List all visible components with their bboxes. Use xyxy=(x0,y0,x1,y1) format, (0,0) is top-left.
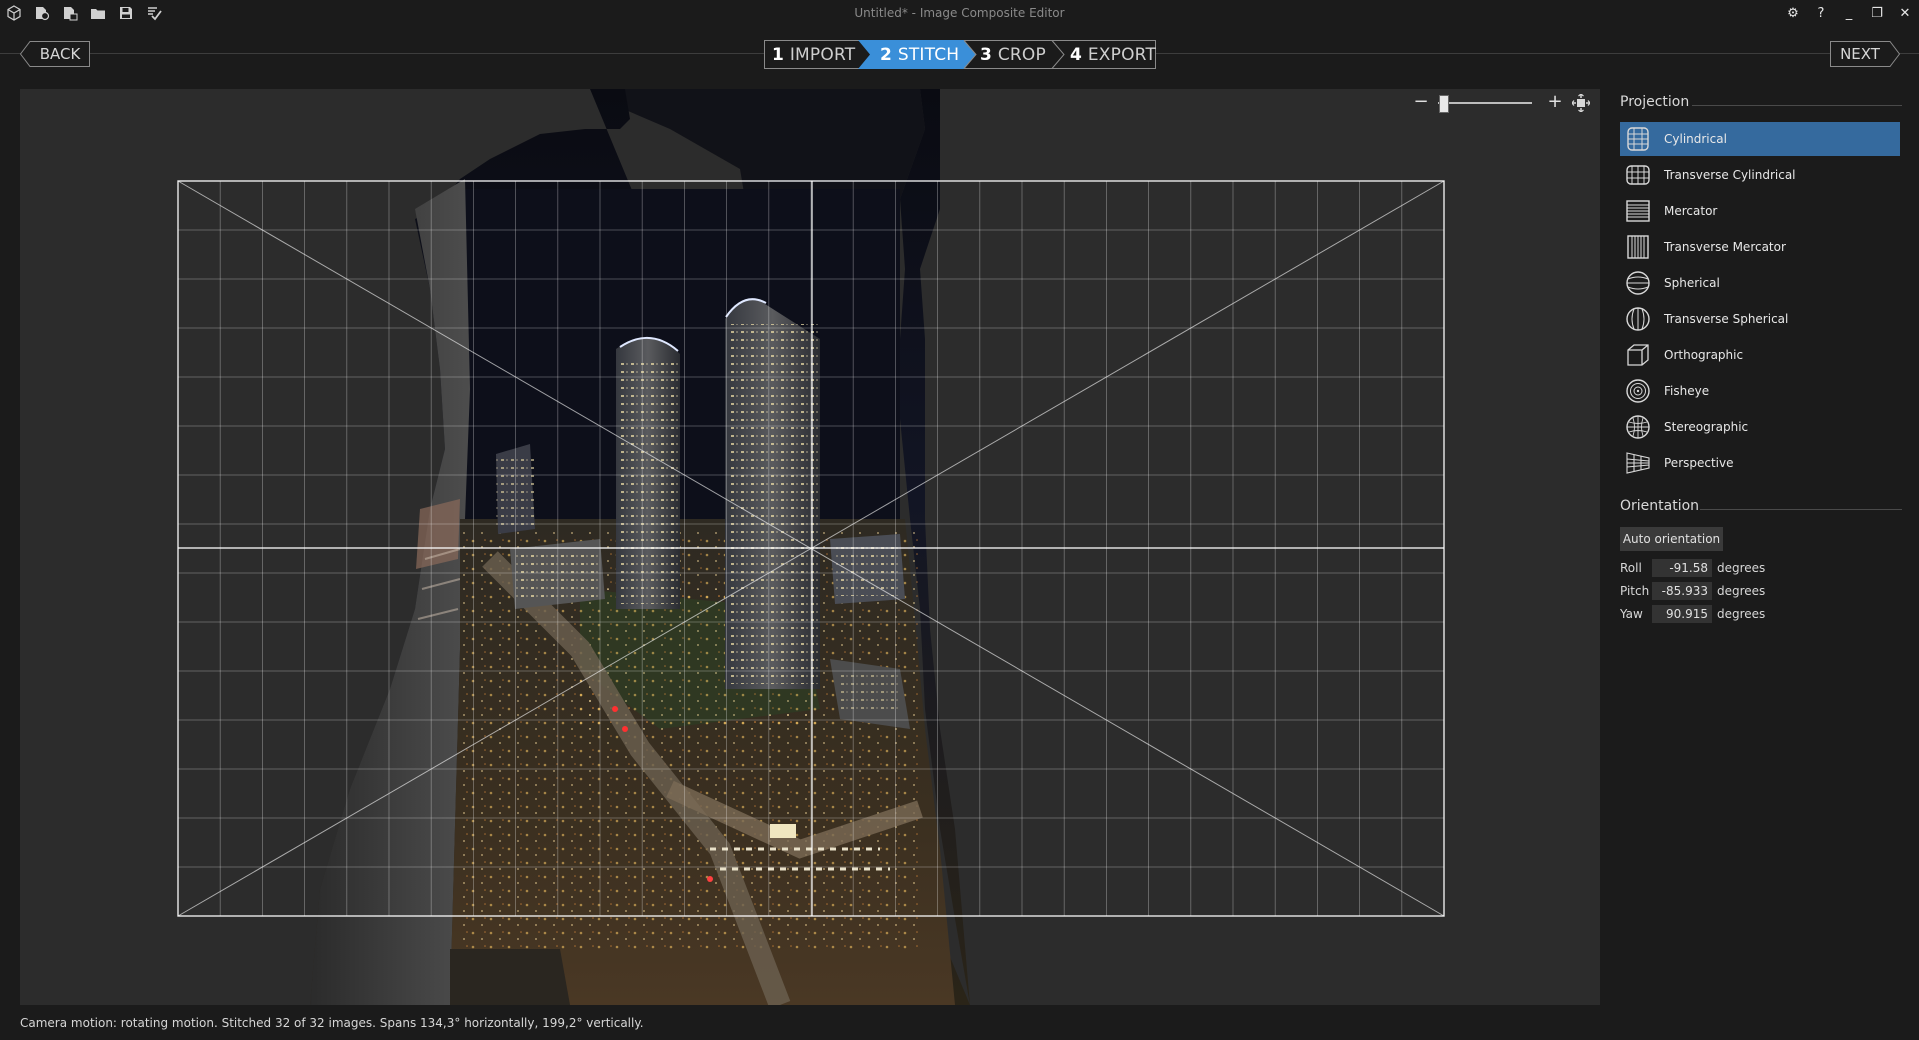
fit-to-window-icon[interactable] xyxy=(1571,93,1591,113)
restore-button[interactable]: ❐ xyxy=(1866,3,1888,23)
alignment-grid xyxy=(177,180,1445,917)
projection-heading-rule xyxy=(1692,105,1902,106)
projection-cylindrical[interactable]: Cylindrical xyxy=(1620,122,1900,156)
transverse-mercator-icon xyxy=(1624,233,1652,261)
spherical-icon xyxy=(1624,269,1652,297)
close-button[interactable]: ✕ xyxy=(1894,3,1916,23)
pitch-row: Pitch -85.933 degrees xyxy=(1620,581,1765,600)
projection-perspective[interactable]: Perspective xyxy=(1620,446,1900,480)
projection-spherical[interactable]: Spherical xyxy=(1620,266,1900,300)
pitch-label: Pitch xyxy=(1620,583,1650,598)
window-title: Untitled* - Image Composite Editor xyxy=(854,6,1065,20)
projection-stereographic[interactable]: Stereographic xyxy=(1620,410,1900,444)
zoom-out-button[interactable]: − xyxy=(1412,92,1430,114)
yaw-row: Yaw 90.915 degrees xyxy=(1620,604,1765,623)
transverse-cylindrical-icon xyxy=(1624,161,1652,189)
projection-orthographic[interactable]: Orthographic xyxy=(1620,338,1900,372)
yaw-label: Yaw xyxy=(1620,606,1643,621)
roll-label: Roll xyxy=(1620,560,1642,575)
help-icon[interactable]: ? xyxy=(1810,3,1832,23)
stereographic-icon xyxy=(1624,413,1652,441)
zoom-slider-track[interactable] xyxy=(1438,102,1532,104)
zoom-in-button[interactable]: + xyxy=(1546,92,1564,114)
fisheye-icon xyxy=(1624,377,1652,405)
yaw-unit: degrees xyxy=(1717,606,1766,621)
projection-heading: Projection xyxy=(1620,94,1690,110)
zoom-slider-thumb[interactable] xyxy=(1438,95,1449,113)
orientation-heading: Orientation xyxy=(1620,498,1700,514)
roll-input[interactable]: -91.58 xyxy=(1652,558,1712,577)
status-bar: Camera motion: rotating motion. Stitched… xyxy=(20,1016,644,1030)
roll-unit: degrees xyxy=(1717,560,1766,575)
zoom-control: − + xyxy=(1412,92,1594,116)
perspective-icon xyxy=(1624,449,1652,477)
cylindrical-icon xyxy=(1624,125,1652,153)
auto-orientation-button[interactable]: Auto orientation xyxy=(1620,527,1723,551)
title-bar: Untitled* - Image Composite Editor ⚙ ? _… xyxy=(0,0,1919,28)
settings-gear-icon[interactable]: ⚙ xyxy=(1782,3,1804,23)
projection-mercator[interactable]: Mercator xyxy=(1620,194,1900,228)
projection-transverse-cylindrical[interactable]: Transverse Cylindrical xyxy=(1620,158,1900,192)
minimize-button[interactable]: _ xyxy=(1838,3,1860,23)
pitch-unit: degrees xyxy=(1717,583,1766,598)
step-stitch[interactable]: 2 STITCH xyxy=(880,40,959,69)
next-label: NEXT xyxy=(1840,45,1880,63)
step-crop[interactable]: 3 CROP xyxy=(980,40,1046,69)
mercator-icon xyxy=(1624,197,1652,225)
orthographic-icon xyxy=(1624,341,1652,369)
yaw-input[interactable]: 90.915 xyxy=(1652,604,1712,623)
pitch-input[interactable]: -85.933 xyxy=(1652,581,1712,600)
back-button[interactable]: BACK xyxy=(20,41,90,67)
stitch-preview-canvas[interactable] xyxy=(20,89,1600,1005)
step-export[interactable]: 4 EXPORT xyxy=(1070,40,1156,69)
next-button[interactable]: NEXT xyxy=(1830,41,1900,67)
orientation-heading-rule xyxy=(1700,509,1902,510)
settings-panel: Projection Cylindrical Transverse Cylind… xyxy=(1608,89,1919,1005)
step-import[interactable]: 1 IMPORT xyxy=(772,40,855,69)
projection-fisheye[interactable]: Fisheye xyxy=(1620,374,1900,408)
roll-row: Roll -91.58 degrees xyxy=(1620,558,1765,577)
projection-transverse-spherical[interactable]: Transverse Spherical xyxy=(1620,302,1900,336)
projection-transverse-mercator[interactable]: Transverse Mercator xyxy=(1620,230,1900,264)
transverse-spherical-icon xyxy=(1624,305,1652,333)
back-label: BACK xyxy=(39,45,81,63)
